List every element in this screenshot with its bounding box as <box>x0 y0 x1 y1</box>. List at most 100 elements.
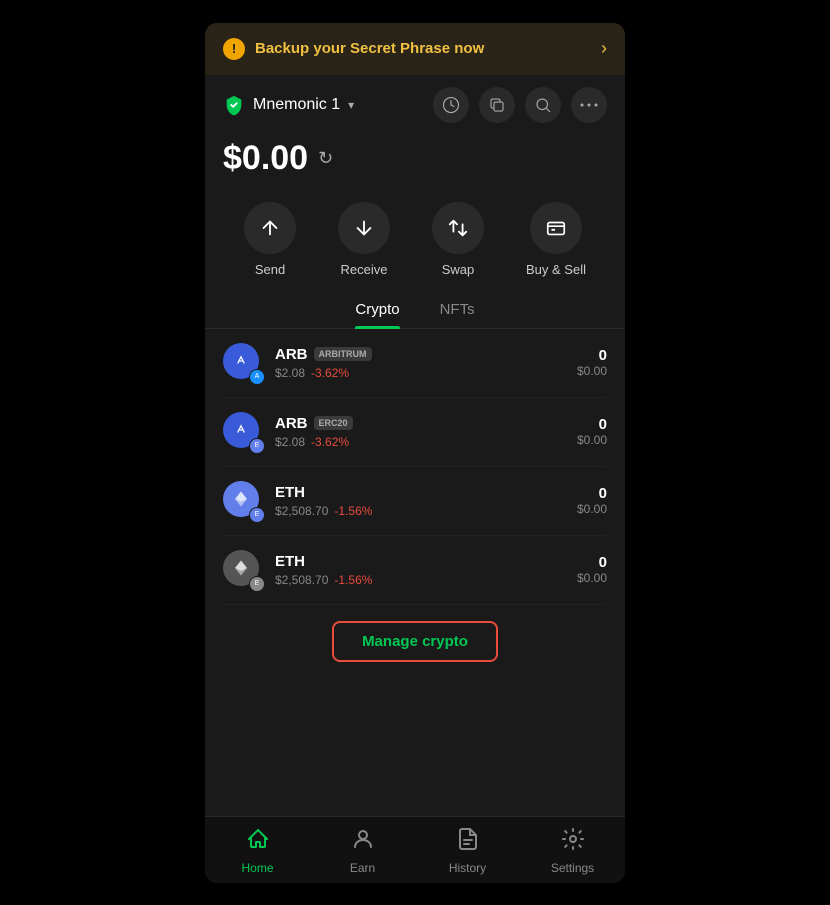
arb-erc20-price: $2.08 <box>275 435 305 449</box>
arb-logo <box>231 351 251 371</box>
copy-icon <box>488 96 506 114</box>
nav-earn[interactable]: Earn <box>328 827 398 875</box>
swap-icon-circle <box>432 202 484 254</box>
eth-blue-balance: 0 $0.00 <box>577 485 607 516</box>
manage-crypto-button[interactable]: Manage crypto <box>332 621 498 662</box>
bottom-nav: Home Earn History <box>205 816 625 883</box>
arb-arbitrum-amount: 0 <box>577 347 607 364</box>
arb-arbitrum-price: $2.08 <box>275 366 305 380</box>
receive-arrow-icon <box>353 217 375 239</box>
arb-erc20-info: ARB ERC20 $2.08 -3.62% <box>275 415 577 449</box>
refresh-button[interactable]: ↻ <box>318 148 333 169</box>
warning-icon: ! <box>223 38 245 60</box>
home-label: Home <box>241 861 273 875</box>
search-button[interactable] <box>525 87 561 123</box>
phone-container: ! Backup your Secret Phrase now › Mnemon… <box>205 23 625 883</box>
chevron-down-icon: ▾ <box>348 98 354 112</box>
wallet-name-label: Mnemonic 1 <box>253 96 340 114</box>
send-icon-circle <box>244 202 296 254</box>
eth-blue-change: -1.56% <box>334 504 372 518</box>
copy-address-button[interactable] <box>479 87 515 123</box>
arb-erc20-symbol: ARB <box>275 415 308 432</box>
eth-blue-info: ETH $2,508.70 -1.56% <box>275 484 577 518</box>
history-icon <box>456 827 480 857</box>
eth-gray-balance: 0 $0.00 <box>577 554 607 585</box>
arb-erc20-logo <box>231 420 251 440</box>
eth-gray-icon-wrap: E <box>223 550 263 590</box>
eth-gray-logo <box>232 559 250 577</box>
swap-action[interactable]: Swap <box>432 202 484 277</box>
arb-arbitrum-balance: 0 $0.00 <box>577 347 607 378</box>
earn-icon <box>351 827 375 857</box>
crypto-item-arb-erc20[interactable]: E ARB ERC20 $2.08 -3.62% 0 $0.00 <box>223 398 607 467</box>
arb-arbitrum-icon-wrap: A <box>223 343 263 383</box>
earn-label: Earn <box>350 861 375 875</box>
nav-history[interactable]: History <box>433 827 503 875</box>
actions-row: Send Receive Swap <box>205 194 625 293</box>
receive-qr-button[interactable] <box>433 87 469 123</box>
more-icon <box>580 103 598 107</box>
eth-blue-value: $0.00 <box>577 502 607 516</box>
eth-gray-change: -1.56% <box>334 573 372 587</box>
swap-arrows-icon <box>447 217 469 239</box>
eth-blue-price: $2,508.70 <box>275 504 328 518</box>
balance-section: $0.00 ↻ <box>205 131 625 194</box>
crypto-list: A ARB ARBITRUM $2.08 -3.62% 0 $0.00 <box>205 329 625 816</box>
swap-label: Swap <box>442 262 475 277</box>
crypto-item-eth-gray[interactable]: E ETH $2,508.70 -1.56% 0 $0.00 <box>223 536 607 605</box>
balance-amount: $0.00 <box>223 139 308 178</box>
header-actions <box>433 87 607 123</box>
arb-erc20-badge: ERC20 <box>314 416 353 430</box>
eth-gray-symbol: ETH <box>275 553 305 570</box>
eth-gray-chain-badge: E <box>249 576 265 592</box>
backup-banner-text: Backup your Secret Phrase now <box>255 40 484 57</box>
arb-erc20-chain-badge: E <box>249 438 265 454</box>
arb-arbitrum-chain-badge: A <box>249 369 265 385</box>
arb-erc20-icon-wrap: E <box>223 412 263 452</box>
tabs-row: Crypto NFTs <box>205 293 625 329</box>
settings-label: Settings <box>551 861 594 875</box>
arb-arbitrum-symbol: ARB <box>275 346 308 363</box>
buy-sell-label: Buy & Sell <box>526 262 586 277</box>
tab-nfts[interactable]: NFTs <box>440 293 475 328</box>
eth-blue-amount: 0 <box>577 485 607 502</box>
banner-arrow-icon: › <box>601 38 607 59</box>
banner-left: ! Backup your Secret Phrase now <box>223 38 484 60</box>
arb-erc20-balance: 0 $0.00 <box>577 416 607 447</box>
eth-blue-logo <box>232 490 250 508</box>
send-label: Send <box>255 262 285 277</box>
arb-arbitrum-value: $0.00 <box>577 364 607 378</box>
arb-arbitrum-change: -3.62% <box>311 366 349 380</box>
search-icon <box>534 96 552 114</box>
receive-icon-circle <box>338 202 390 254</box>
settings-icon <box>561 827 585 857</box>
wallet-selector[interactable]: Mnemonic 1 ▾ <box>223 94 354 116</box>
send-arrow-icon <box>259 217 281 239</box>
history-label: History <box>449 861 486 875</box>
crypto-item-eth-blue[interactable]: E ETH $2,508.70 -1.56% 0 $0.00 <box>223 467 607 536</box>
arb-erc20-amount: 0 <box>577 416 607 433</box>
manage-section: Manage crypto <box>223 605 607 678</box>
receive-label: Receive <box>341 262 388 277</box>
buy-sell-icon <box>545 217 567 239</box>
eth-blue-symbol: ETH <box>275 484 305 501</box>
arb-arbitrum-info: ARB ARBITRUM $2.08 -3.62% <box>275 346 577 380</box>
header: Mnemonic 1 ▾ <box>205 75 625 131</box>
arb-erc20-value: $0.00 <box>577 433 607 447</box>
buy-sell-action[interactable]: Buy & Sell <box>526 202 586 277</box>
tab-crypto[interactable]: Crypto <box>355 293 399 328</box>
buy-sell-icon-circle <box>530 202 582 254</box>
eth-gray-price: $2,508.70 <box>275 573 328 587</box>
nav-settings[interactable]: Settings <box>538 827 608 875</box>
arb-arbitrum-badge: ARBITRUM <box>314 347 372 361</box>
eth-gray-amount: 0 <box>577 554 607 571</box>
eth-blue-icon-wrap: E <box>223 481 263 521</box>
nav-home[interactable]: Home <box>223 827 293 875</box>
more-menu-button[interactable] <box>571 87 607 123</box>
receive-action[interactable]: Receive <box>338 202 390 277</box>
crypto-item-arb-arbitrum[interactable]: A ARB ARBITRUM $2.08 -3.62% 0 $0.00 <box>223 329 607 398</box>
eth-gray-value: $0.00 <box>577 571 607 585</box>
home-icon <box>246 827 270 857</box>
backup-banner[interactable]: ! Backup your Secret Phrase now › <box>205 23 625 75</box>
send-action[interactable]: Send <box>244 202 296 277</box>
